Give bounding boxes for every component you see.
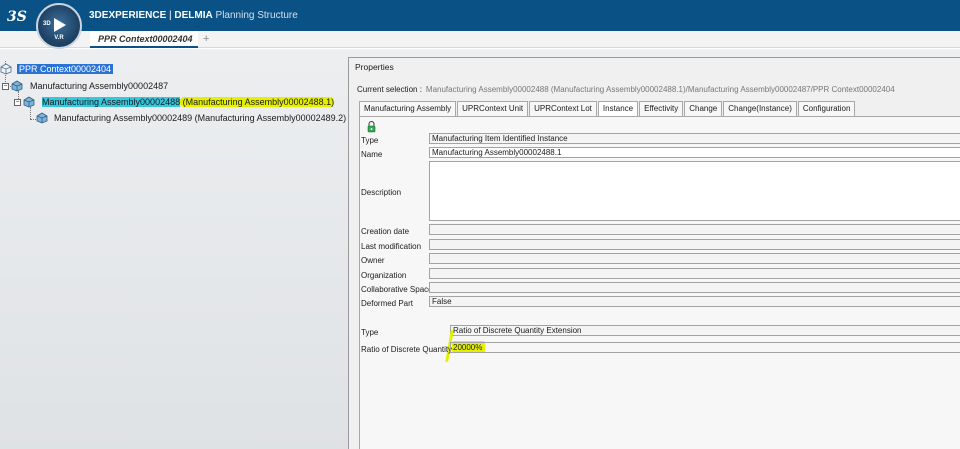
assembly-icon bbox=[36, 112, 48, 124]
3ds-logo-icon[interactable]: 3S bbox=[6, 6, 28, 26]
play-icon bbox=[54, 18, 66, 32]
tree-node-label: Manufacturing Assembly00002489 (Manufact… bbox=[54, 113, 347, 123]
owner-field bbox=[429, 253, 960, 264]
name-field[interactable]: Manufacturing Assembly00002488.1 bbox=[429, 147, 960, 158]
last-modification-field bbox=[429, 239, 960, 250]
description-label: Description bbox=[361, 188, 402, 197]
creation-date-label: Creation date bbox=[361, 227, 410, 236]
properties-tabs: Manufacturing Assembly UPRContext Unit UPR… bbox=[359, 101, 856, 117]
tree-connector bbox=[30, 107, 31, 119]
compass-3d-label: 3D bbox=[43, 21, 51, 27]
type-label: Type bbox=[361, 136, 379, 145]
compass-version: V.R bbox=[54, 35, 64, 41]
last-modification-label: Last modification bbox=[361, 242, 422, 251]
current-selection-row: Current selection : Manufacturing Assembl… bbox=[357, 85, 895, 94]
tab-ppr-context[interactable]: PPR Context00002404 bbox=[90, 31, 198, 48]
properties-panel: Properties Current selection : Manufactur… bbox=[348, 57, 960, 449]
status-icon bbox=[367, 121, 376, 133]
current-selection-value: Manufacturing Assembly00002488 (Manufact… bbox=[425, 85, 895, 94]
tab-change-instance[interactable]: Change(Instance) bbox=[723, 101, 797, 116]
tree-node-label: Manufacturing Assembly00002487 bbox=[30, 81, 169, 91]
tree-node-name: Manufacturing Assembly00002488 bbox=[42, 97, 181, 107]
root-product-icon bbox=[0, 63, 12, 75]
description-field[interactable] bbox=[429, 161, 960, 221]
collaborative-space-field bbox=[429, 282, 960, 293]
deformed-part-label: Deformed Part bbox=[361, 299, 414, 308]
type-field: Manufacturing Item Identified Instance bbox=[429, 133, 960, 144]
panel-title: Properties bbox=[355, 62, 394, 72]
assembly-icon bbox=[11, 80, 23, 92]
tab-instance[interactable]: Instance bbox=[597, 101, 639, 117]
organization-label: Organization bbox=[361, 271, 407, 280]
brand-name: 3DEXPERIENCE bbox=[89, 10, 167, 21]
extension-type-field: Ratio of Discrete Quantity Extension bbox=[450, 325, 960, 336]
document-tab-strip: PPR Context00002404 + bbox=[0, 31, 960, 48]
tab-uprcontext-unit[interactable]: UPRContext Unit bbox=[457, 101, 529, 116]
add-tab-button[interactable]: + bbox=[203, 33, 209, 45]
tab-effectivity[interactable]: Effectivity bbox=[639, 101, 684, 116]
tab-change[interactable]: Change bbox=[684, 101, 723, 116]
top-bar: 3S 3DEXPERIENCE | DELMIA Planning Struct… bbox=[0, 0, 960, 31]
tree-expander[interactable]: − bbox=[2, 83, 9, 90]
tab-configuration[interactable]: Configuration bbox=[797, 101, 856, 116]
app-title: 3DEXPERIENCE | DELMIA Planning Structure bbox=[89, 10, 298, 21]
tree-node-label: PPR Context00002404 bbox=[17, 64, 114, 74]
extension-type-label: Type bbox=[361, 328, 379, 337]
tree-node-selected-label: Manufacturing Assembly00002488 (Manufact… bbox=[40, 96, 336, 108]
creation-date-field bbox=[429, 224, 960, 235]
compass-icon[interactable]: 3D V.R bbox=[36, 3, 82, 49]
svg-text:3S: 3S bbox=[7, 9, 27, 25]
brand-product: DELMIA bbox=[174, 10, 213, 21]
ratio-of-discrete-quantity-field[interactable]: 20000% bbox=[450, 342, 960, 353]
tree-expander[interactable]: − bbox=[14, 99, 21, 106]
app-name: Planning Structure bbox=[212, 10, 298, 21]
organization-field bbox=[429, 268, 960, 279]
tab-uprcontext-lot[interactable]: UPRContext Lot bbox=[529, 101, 597, 116]
assembly-icon bbox=[23, 96, 35, 108]
deformed-part-field[interactable]: False bbox=[429, 296, 960, 307]
tree-node-instance-name: (Manufacturing Assembly00002488.1) bbox=[180, 97, 335, 107]
current-selection-label: Current selection : bbox=[357, 85, 422, 94]
tab-manufacturing-assembly[interactable]: Manufacturing Assembly bbox=[359, 101, 457, 116]
collaborative-space-label: Collaborative Space bbox=[361, 285, 433, 294]
name-label: Name bbox=[361, 150, 383, 159]
owner-label: Owner bbox=[361, 256, 385, 265]
ratio-of-discrete-quantity-label: Ratio of Discrete Quantity bbox=[361, 345, 453, 354]
instance-tab-content: Type Manufacturing Item Identified Insta… bbox=[359, 116, 960, 449]
